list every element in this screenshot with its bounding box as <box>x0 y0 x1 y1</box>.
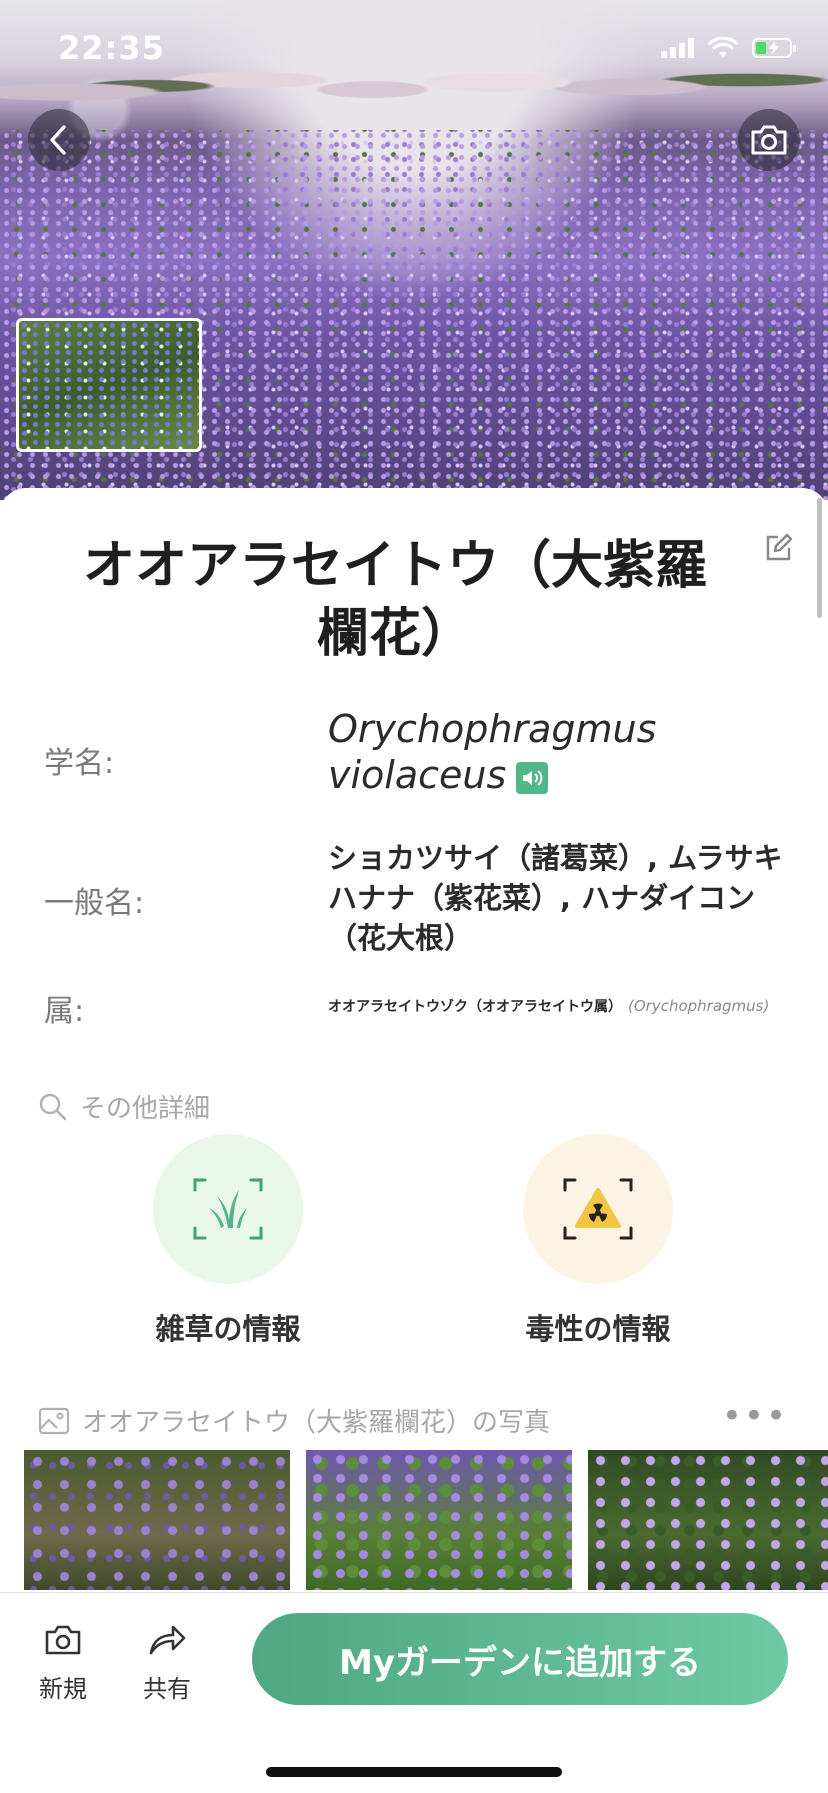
toxicity-info-circle <box>523 1134 673 1284</box>
weed-info-button[interactable]: 雑草の情報 <box>118 1134 338 1348</box>
status-time: 22:35 <box>58 29 165 67</box>
plant-photo-2[interactable] <box>306 1450 572 1590</box>
photos-title: オオアラセイトウ（大紫羅欄花）の写真 <box>82 1408 551 1438</box>
other-details-title: その他詳細 <box>80 1094 211 1124</box>
genus-name: オオアラセイトウゾク（オオアラセイトウ属） <box>328 999 622 1015</box>
new-button[interactable]: 新規 <box>18 1623 108 1704</box>
camera-button[interactable] <box>738 109 800 171</box>
share-button[interactable]: 共有 <box>122 1623 212 1704</box>
status-bar: 22:35 <box>0 0 828 96</box>
back-button[interactable] <box>28 109 90 171</box>
scientific-name-text: Orychophragmus violaceus <box>328 707 657 797</box>
edit-icon <box>766 533 793 561</box>
image-gallery-icon <box>38 1407 70 1434</box>
cellular-signal-icon <box>661 38 694 58</box>
genus-label: 属: <box>44 994 85 1029</box>
weed-info-circle <box>153 1134 303 1284</box>
camera-icon <box>45 1625 81 1655</box>
chevron-left-icon <box>50 125 66 155</box>
scroll-indicator[interactable] <box>817 498 822 618</box>
more-options-button[interactable]: ••• <box>722 1396 788 1436</box>
wifi-icon <box>708 37 738 57</box>
bottom-action-bar: 新規 共有 Myガーデンに追加する <box>0 1592 828 1793</box>
toxicity-info-button[interactable]: 毒性の情報 <box>488 1134 708 1348</box>
share-label: 共有 <box>143 1675 191 1703</box>
plant-title: オオアラセイトウ（大紫羅欄花） <box>82 536 707 664</box>
toxicity-info-label: 毒性の情報 <box>525 1312 671 1346</box>
share-arrow-icon <box>149 1625 186 1655</box>
plant-photo-3[interactable] <box>588 1450 828 1590</box>
plant-photo-1[interactable] <box>24 1450 290 1590</box>
common-name-value: ショカツサイ（諸葛菜）, ムラサキハナナ（紫花菜）, ハナダイコン（花大根） <box>328 841 783 955</box>
new-label: 新規 <box>39 1675 87 1703</box>
photo-thumbnail[interactable] <box>16 318 202 452</box>
toxic-warning-icon <box>563 1178 633 1240</box>
camera-icon <box>751 125 787 155</box>
genus-value: オオアラセイトウゾク（オオアラセイトウ属） (Orychophragmus) <box>328 996 788 1016</box>
genus-scientific: (Orychophragmus) <box>628 997 770 1015</box>
add-to-my-garden-button[interactable]: Myガーデンに追加する <box>252 1613 788 1705</box>
hero-photo: 22:35 <box>0 0 828 500</box>
weed-info-label: 雑草の情報 <box>155 1312 301 1346</box>
search-icon <box>39 1093 67 1120</box>
photos-header: オオアラセイトウ（大紫羅欄花）の写真 <box>38 1402 550 1439</box>
status-icons <box>661 37 796 59</box>
scientific-name-label: 学名: <box>44 746 115 781</box>
common-name-label: 一般名: <box>44 886 145 921</box>
pronunciation-speaker-icon[interactable] <box>516 761 549 794</box>
battery-icon <box>752 38 796 58</box>
home-indicator[interactable] <box>266 1767 562 1777</box>
edit-button[interactable] <box>758 528 798 568</box>
other-details-header: その他詳細 <box>38 1088 210 1125</box>
scientific-name-value: Orychophragmus violaceus <box>328 706 788 798</box>
weed-grass-icon <box>193 1178 263 1240</box>
